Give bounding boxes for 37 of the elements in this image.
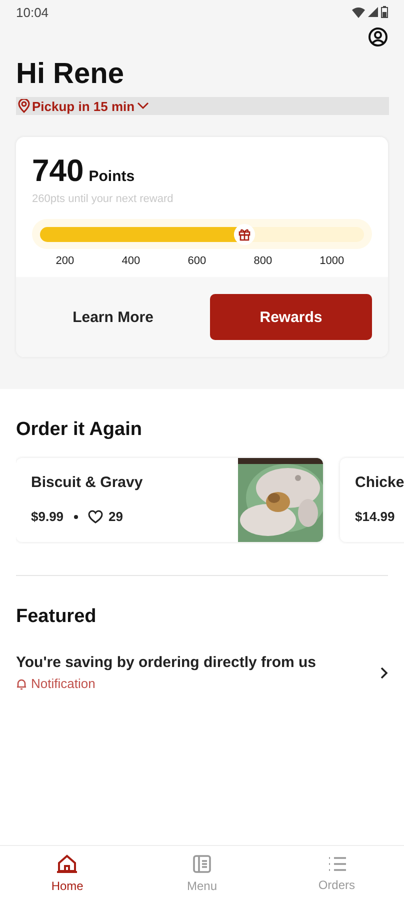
- chevron-right-icon[interactable]: [380, 666, 388, 678]
- points-label: Points: [88, 168, 135, 185]
- nav-tab[interactable]: Home: [0, 846, 135, 900]
- wifi-icon: [352, 6, 365, 18]
- battery-icon: [381, 6, 388, 18]
- featured-title[interactable]: You're saving by ordering directly from us: [16, 654, 380, 671]
- book-icon: [192, 854, 212, 874]
- signal-icon: [368, 7, 378, 17]
- item-name: Chicke: [355, 474, 404, 491]
- home-icon: [56, 854, 78, 874]
- tick-label: 1000: [320, 255, 344, 267]
- section-title: Order it Again: [16, 419, 143, 441]
- like-count: 29: [108, 509, 124, 524]
- list-icon: [326, 854, 347, 872]
- learn-more-button[interactable]: Learn More: [32, 294, 194, 340]
- tick-label: 600: [188, 255, 206, 267]
- tick-label: 400: [122, 255, 140, 267]
- item-card[interactable]: Chicke $14.99: [340, 458, 404, 542]
- bell-icon: [16, 678, 27, 690]
- item-price: $14.99: [355, 509, 395, 524]
- status-time: 10:04: [16, 4, 49, 20]
- location-pin-icon: [18, 99, 30, 113]
- item-card[interactable]: Biscuit & Gravy $9.99 29: [16, 458, 323, 542]
- points-value: 740: [32, 153, 84, 189]
- chevron-down-icon: [136, 102, 149, 110]
- separator-dot: [74, 514, 78, 518]
- section-title: Featured: [16, 606, 98, 628]
- notification-tag: Notification: [31, 676, 96, 691]
- item-price: $9.99: [31, 509, 64, 524]
- greeting-title: Hi Rene: [16, 58, 125, 91]
- tick-label: 800: [254, 255, 272, 267]
- pickup-selector[interactable]: Pickup in 15 min: [16, 97, 389, 115]
- rewards-button[interactable]: Rewards: [210, 294, 372, 340]
- tick-label: 200: [56, 255, 74, 267]
- profile-icon[interactable]: [368, 27, 388, 47]
- item-name: Biscuit & Gravy: [31, 474, 144, 491]
- heart-icon: [88, 510, 103, 524]
